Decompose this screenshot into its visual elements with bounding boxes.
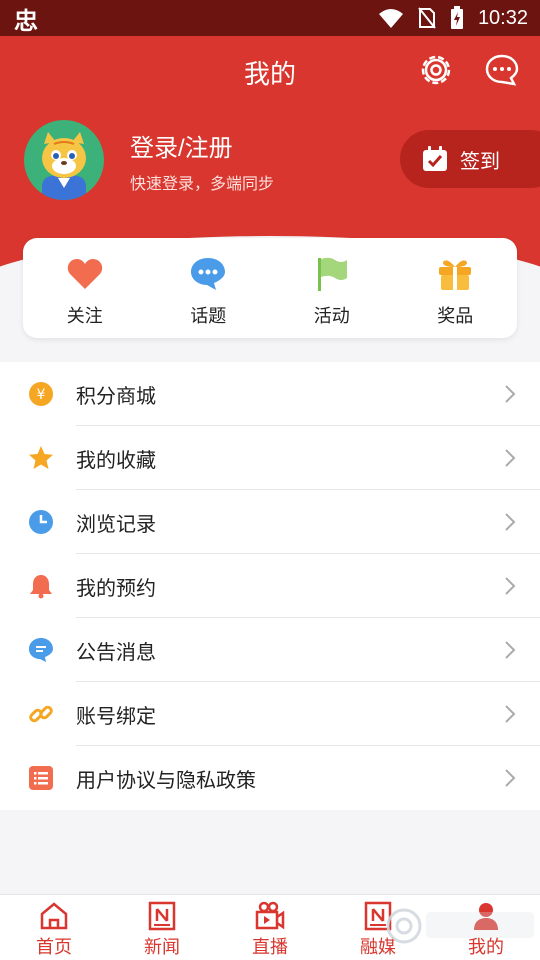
quick-action-label: 活动 xyxy=(313,306,350,326)
checkin-label: 签到 xyxy=(460,150,500,173)
site-watermark-logo xyxy=(386,908,534,944)
calendar-check-icon xyxy=(423,146,447,171)
quick-actions-card: 关注 话题 活动 奖品 xyxy=(23,238,517,338)
quick-action-label: 话题 xyxy=(190,306,227,326)
bell-icon xyxy=(28,573,54,599)
tab-label: 新闻 xyxy=(144,937,180,957)
quick-action-label: 奖品 xyxy=(437,306,474,326)
settings-gear-icon[interactable] xyxy=(418,52,454,88)
list-icon xyxy=(28,765,54,791)
tab-label: 首页 xyxy=(36,937,72,957)
status-bar: 忠 10:32 xyxy=(0,0,540,36)
quick-action-topic[interactable]: 话题 xyxy=(147,238,271,338)
menu-item-points-mall[interactable]: ¥ 积分商城 xyxy=(0,362,540,426)
menu-item-label: 浏览记录 xyxy=(76,513,156,536)
clock-icon xyxy=(28,509,54,535)
menu-item-label: 公告消息 xyxy=(76,641,156,664)
star-icon xyxy=(28,445,54,471)
message-icon[interactable] xyxy=(484,52,520,88)
coin-icon: ¥ xyxy=(28,381,54,407)
svg-text:¥: ¥ xyxy=(37,387,46,403)
menu-item-label: 用户协议与隐私政策 xyxy=(76,769,256,792)
chevron-right-icon xyxy=(505,449,516,467)
menu-item-reservations[interactable]: 我的预约 xyxy=(0,554,540,618)
chevron-right-icon xyxy=(505,513,516,531)
menu-item-favorites[interactable]: 我的收藏 xyxy=(0,426,540,490)
chevron-right-icon xyxy=(505,385,516,403)
menu-item-label: 账号绑定 xyxy=(76,705,156,728)
menu-item-label: 我的预约 xyxy=(76,577,156,600)
clock-time: 10:32 xyxy=(477,6,528,29)
page-title: 我的 xyxy=(243,59,296,89)
tab-news[interactable]: 新闻 xyxy=(108,895,216,960)
menu-item-history[interactable]: 浏览记录 xyxy=(0,490,540,554)
gift-icon xyxy=(435,254,475,294)
wifi-icon xyxy=(378,9,403,28)
battery-charging-icon xyxy=(450,6,463,29)
login-register-link[interactable]: 登录/注册 xyxy=(130,128,233,163)
menu-item-account-binding[interactable]: 账号绑定 xyxy=(0,682,540,746)
tab-home[interactable]: 首页 xyxy=(0,895,108,960)
chat-bubble-icon xyxy=(188,254,228,294)
news-icon xyxy=(148,901,176,931)
flag-icon xyxy=(312,254,352,294)
heart-icon xyxy=(65,254,105,294)
quick-action-prize[interactable]: 奖品 xyxy=(394,238,518,338)
menu-item-announcements[interactable]: 公告消息 xyxy=(0,618,540,682)
video-camera-icon xyxy=(255,901,285,930)
chevron-right-icon xyxy=(505,641,516,659)
menu-item-privacy-policy[interactable]: 用户协议与隐私政策 xyxy=(0,746,540,810)
chevron-right-icon xyxy=(505,769,516,787)
no-sim-icon xyxy=(418,7,436,29)
quick-action-activity[interactable]: 活动 xyxy=(270,238,394,338)
menu-item-label: 我的收藏 xyxy=(76,449,156,472)
link-icon xyxy=(28,701,54,727)
home-icon xyxy=(40,902,68,930)
quick-action-follow[interactable]: 关注 xyxy=(23,238,147,338)
app-notification-icon: 忠 xyxy=(14,7,38,35)
chevron-right-icon xyxy=(505,577,516,595)
settings-menu-list: ¥ 积分商城 我的收藏 浏览记录 我的预约 公告消息 账号绑定 用户协议与隐私政… xyxy=(0,362,540,810)
quick-action-label: 关注 xyxy=(66,306,103,326)
checkin-button[interactable]: 签到 xyxy=(400,130,540,188)
avatar[interactable] xyxy=(24,120,104,200)
tab-live[interactable]: 直播 xyxy=(216,895,324,960)
menu-item-label: 积分商城 xyxy=(76,385,156,408)
login-subtitle: 快速登录，多端同步 xyxy=(130,176,275,193)
tiger-mascot-icon xyxy=(42,132,86,200)
message-icon xyxy=(28,637,54,663)
tab-label: 直播 xyxy=(252,937,288,957)
chevron-right-icon xyxy=(505,705,516,723)
